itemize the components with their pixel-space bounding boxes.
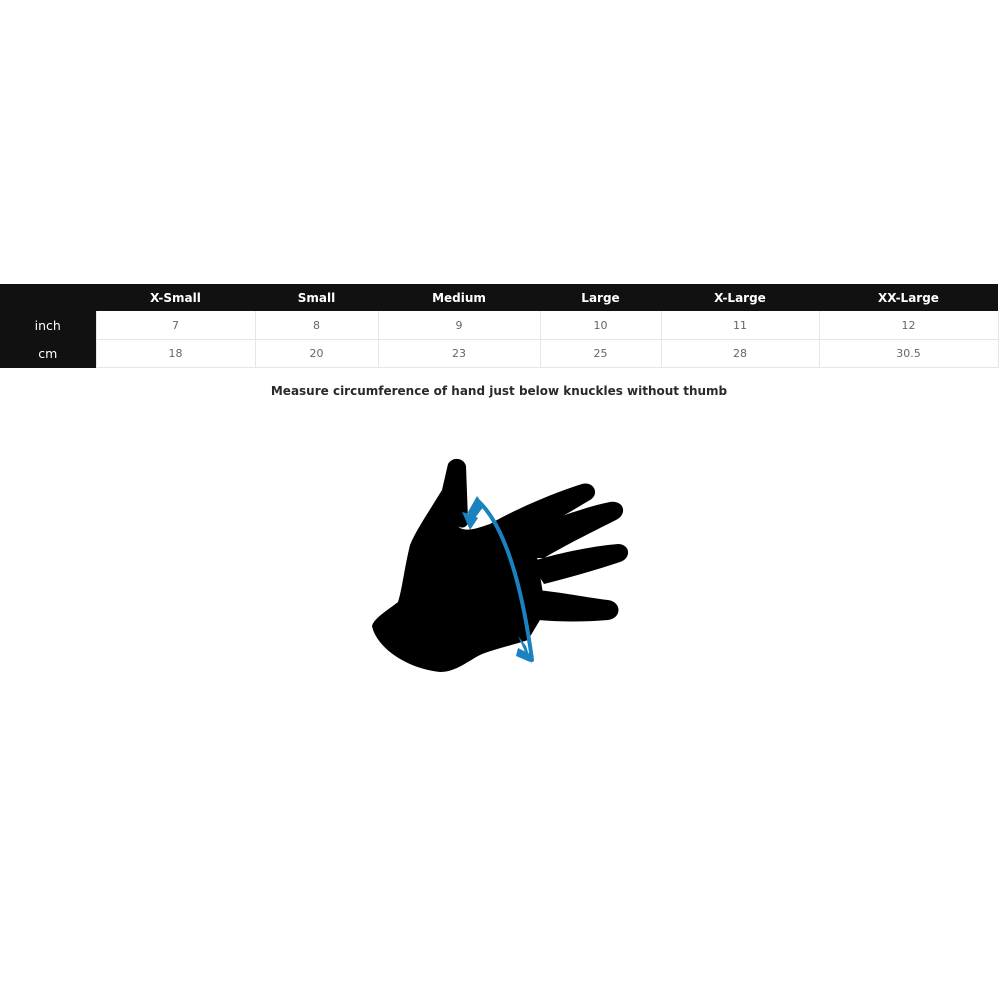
unit-label: cm [0,339,96,368]
size-header-small: Small [255,284,378,311]
size-header-medium: Medium [378,284,540,311]
table-cell: 30.5 [818,339,999,368]
table-cell: 23 [377,339,540,368]
unit-label: inch [0,311,96,340]
table-cell: 12 [818,311,999,340]
hand-silhouette-icon [372,458,629,672]
table-cell: 20 [254,339,378,368]
table-cell: 8 [254,311,378,340]
table-cell: 28 [660,339,819,368]
table-row-cm: cm 18 20 23 25 28 30.5 [0,339,999,368]
size-header-xxlarge: XX-Large [819,284,998,311]
table-cell: 11 [660,311,819,340]
glove-size-chart: X-Small Small Medium Large X-Large XX-La… [0,284,999,368]
corner-cell [0,284,96,311]
table-cell: 10 [539,311,661,340]
size-header-xsmall: X-Small [96,284,255,311]
hand-measurement-icon [372,458,629,672]
table-cell: 7 [95,311,255,340]
table-cell: 9 [377,311,540,340]
size-header-row: X-Small Small Medium Large X-Large XX-La… [0,284,998,311]
size-header-large: Large [540,284,661,311]
size-header-xlarge: X-Large [661,284,819,311]
table-cell: 25 [539,339,661,368]
table-row-inch: inch 7 8 9 10 11 12 [0,311,999,340]
measurement-instruction: Measure circumference of hand just below… [270,384,728,398]
table-cell: 18 [95,339,255,368]
